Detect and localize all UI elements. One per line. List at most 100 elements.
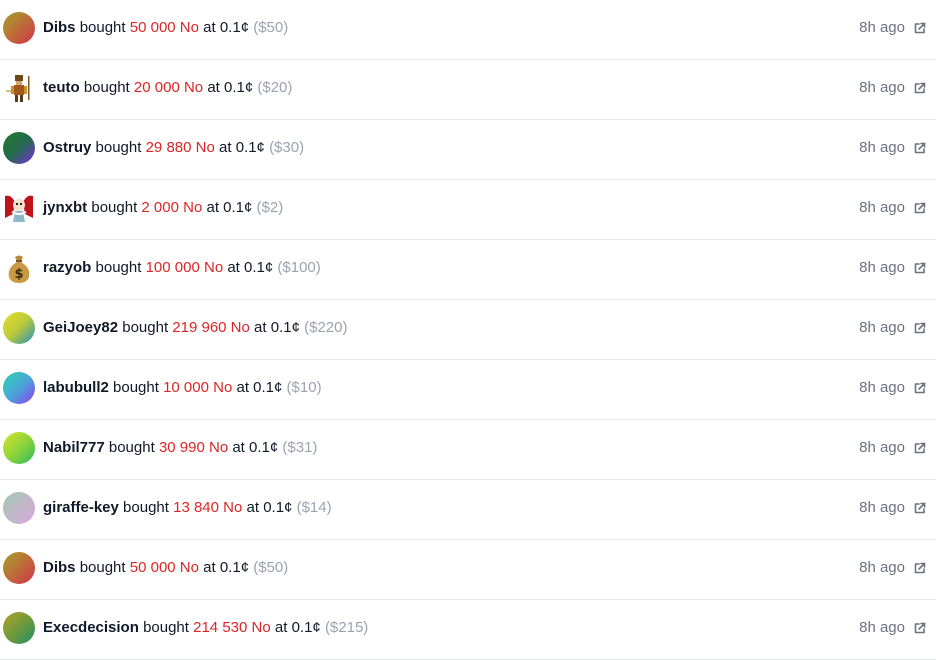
at-word: at (246, 499, 260, 516)
verb: bought (79, 19, 126, 36)
amount: 100 000 No (145, 259, 224, 276)
timestamp: 8h ago (859, 439, 905, 456)
avatar[interactable] (3, 312, 35, 344)
amount: 219 960 No (172, 319, 250, 336)
verb: bought (122, 319, 169, 336)
username[interactable]: labubull2 (43, 379, 109, 396)
trade-row: teuto bought 20 000 No at 0.1¢ ($20) 8h … (0, 60, 936, 120)
avatar[interactable] (3, 612, 35, 644)
dollar-value: ($100) (277, 259, 321, 276)
timestamp: 8h ago (859, 139, 905, 156)
trade-row: Dibs bought 50 000 No at 0.1¢ ($50) 8h a… (0, 0, 936, 60)
trade-text: jynxbt bought 2 000 No at 0.1¢ ($2) (43, 199, 283, 217)
external-link-icon[interactable] (913, 262, 926, 275)
avatar[interactable] (3, 432, 35, 464)
external-link-icon[interactable] (913, 442, 926, 455)
avatar[interactable] (3, 552, 35, 584)
at-word: at (207, 79, 220, 96)
timestamp: 8h ago (859, 259, 905, 276)
amount: 13 840 No (173, 499, 243, 516)
dollar-value: ($50) (253, 559, 289, 576)
price: 0.1¢ (223, 199, 253, 216)
timestamp: 8h ago (859, 559, 905, 576)
external-link-icon[interactable] (913, 22, 926, 35)
timestamp: 8h ago (859, 619, 905, 636)
amount: 50 000 No (129, 559, 199, 576)
trade-text: teuto bought 20 000 No at 0.1¢ ($20) (43, 79, 292, 97)
avatar[interactable] (3, 72, 35, 104)
dollar-value: ($50) (253, 19, 289, 36)
trade-text: GeiJoey82 bought 219 960 No at 0.1¢ ($22… (43, 319, 347, 337)
price: 0.1¢ (219, 559, 250, 576)
at-word: at (203, 559, 216, 576)
at-word: at (227, 259, 240, 276)
amount: 10 000 No (163, 379, 233, 396)
avatar[interactable] (3, 132, 35, 164)
trade-text: labubull2 bought 10 000 No at 0.1¢ ($10) (43, 379, 322, 397)
trade-feed: Dibs bought 50 000 No at 0.1¢ ($50) 8h a… (0, 0, 936, 660)
trade-text: Execdecision bought 214 530 No at 0.1¢ (… (43, 619, 368, 637)
at-word: at (203, 19, 216, 36)
external-link-icon[interactable] (913, 202, 926, 215)
svg-text:$: $ (14, 267, 23, 282)
username[interactable]: Execdecision (43, 619, 139, 636)
timestamp: 8h ago (859, 19, 905, 36)
external-link-icon[interactable] (913, 562, 926, 575)
external-link-icon[interactable] (913, 382, 926, 395)
username[interactable]: giraffe-key (43, 499, 119, 516)
amount: 29 880 No (145, 139, 215, 156)
external-link-icon[interactable] (913, 82, 926, 95)
trade-row: Dibs bought 50 000 No at 0.1¢ ($50) 8h a… (0, 540, 936, 600)
username[interactable]: Nabil777 (43, 439, 105, 456)
verb: bought (83, 79, 130, 96)
dollar-value: ($14) (296, 499, 332, 516)
avatar[interactable]: $ (3, 252, 35, 284)
trade-row: GeiJoey82 bought 219 960 No at 0.1¢ ($22… (0, 300, 936, 360)
dollar-value: ($20) (257, 79, 293, 96)
at-word: at (219, 139, 232, 156)
username[interactable]: Ostruy (43, 139, 91, 156)
trade-text: giraffe-key bought 13 840 No at 0.1¢ ($1… (43, 499, 332, 517)
trade-row: labubull2 bought 10 000 No at 0.1¢ ($10)… (0, 360, 936, 420)
avatar[interactable] (3, 192, 35, 224)
dollar-value: ($215) (324, 619, 369, 636)
username[interactable]: teuto (43, 79, 80, 96)
external-link-icon[interactable] (913, 142, 926, 155)
trade-row: jynxbt bought 2 000 No at 0.1¢ ($2) 8h a… (0, 180, 936, 240)
trade-row: Nabil777 bought 30 990 No at 0.1¢ ($31) … (0, 420, 936, 480)
external-link-icon[interactable] (913, 502, 926, 515)
timestamp: 8h ago (859, 79, 905, 96)
at-word: at (236, 379, 249, 396)
price: 0.1¢ (270, 319, 300, 336)
username[interactable]: Dibs (43, 559, 76, 576)
verb: bought (79, 559, 126, 576)
trade-row: Ostruy bought 29 880 No at 0.1¢ ($30) 8h… (0, 120, 936, 180)
amount: 50 000 No (129, 19, 199, 36)
trade-row: $ razyob bought 100 000 No at 0.1¢ ($100… (0, 240, 936, 300)
external-link-icon[interactable] (913, 322, 926, 335)
timestamp: 8h ago (859, 319, 905, 336)
trade-text: Nabil777 bought 30 990 No at 0.1¢ ($31) (43, 439, 317, 457)
username[interactable]: jynxbt (43, 199, 87, 216)
price: 0.1¢ (249, 439, 279, 456)
verb: bought (143, 619, 189, 636)
amount: 30 990 No (158, 439, 229, 456)
username[interactable]: GeiJoey82 (43, 319, 118, 336)
avatar[interactable] (3, 492, 35, 524)
price: 0.1¢ (235, 139, 265, 156)
trade-row: Execdecision bought 214 530 No at 0.1¢ (… (0, 600, 936, 660)
verb: bought (91, 199, 138, 216)
username[interactable]: Dibs (43, 19, 76, 36)
trade-text: razyob bought 100 000 No at 0.1¢ ($100) (43, 259, 321, 277)
dollar-value: ($10) (286, 379, 322, 396)
at-word: at (274, 619, 288, 636)
verb: bought (95, 139, 142, 156)
trade-text: Dibs bought 50 000 No at 0.1¢ ($50) (43, 19, 288, 37)
external-link-icon[interactable] (913, 622, 926, 635)
avatar[interactable] (3, 12, 35, 44)
avatar[interactable] (3, 372, 35, 404)
price: 0.1¢ (244, 259, 274, 276)
price: 0.1¢ (263, 499, 293, 516)
verb: bought (95, 259, 142, 276)
username[interactable]: razyob (43, 259, 91, 276)
